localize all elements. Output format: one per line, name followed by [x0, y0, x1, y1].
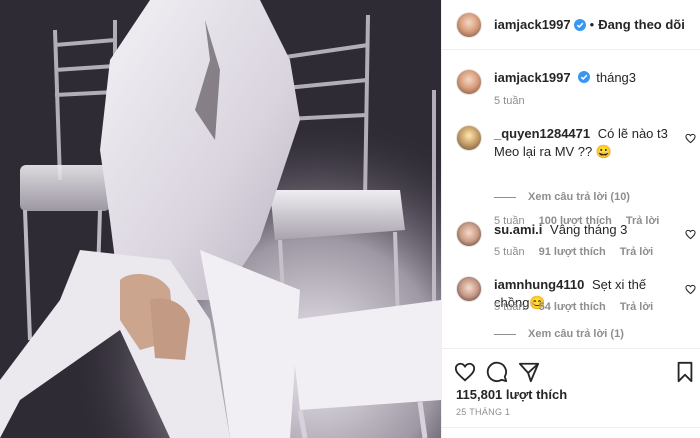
caption-text: iamjack1997 tháng3 — [494, 69, 684, 87]
comment-item: su.ami.i Vâng tháng 3 5 tuần 91 lượt thí… — [456, 221, 696, 267]
comment-item: iamnhung4110 Sẹt xi thế chồng😊 5 tuần 54… — [456, 276, 696, 322]
following-button[interactable]: Đang theo dõi — [598, 17, 685, 32]
view-replies-label: Xem câu trả lời (10) — [528, 191, 630, 203]
comments-list[interactable]: iamjack1997 tháng3 5 tuần _quyen1284471 … — [442, 51, 700, 348]
comment-heart-icon[interactable] — [685, 284, 696, 295]
comment-heart-icon[interactable] — [685, 133, 696, 144]
comment-age: 5 tuần — [494, 246, 525, 258]
replies-divider — [494, 196, 516, 198]
comment-text: su.ami.i Vâng tháng 3 — [494, 221, 684, 239]
post-date: 25 THÁNG 1 — [456, 407, 511, 417]
likes-count[interactable]: 115,801 lượt thích — [456, 387, 567, 402]
caption-content: tháng3 — [596, 70, 637, 85]
add-comment-area[interactable] — [442, 427, 700, 438]
comment-username[interactable]: _quyen1284471 — [494, 126, 590, 141]
comment-reply-button[interactable]: Trả lời — [620, 246, 654, 258]
author-avatar[interactable] — [456, 11, 482, 38]
post-photo[interactable] — [0, 0, 441, 438]
comment-reply-button[interactable]: Trả lời — [620, 301, 654, 313]
comment-username[interactable]: iamnhung4110 — [494, 277, 584, 292]
caption-age: 5 tuần — [494, 95, 525, 107]
replies-divider — [494, 333, 516, 335]
author-username[interactable]: iamjack1997 — [494, 17, 571, 32]
post-photo-illustration — [0, 0, 441, 438]
comment-heart-icon[interactable] — [685, 229, 696, 240]
comment-username[interactable]: su.ami.i — [494, 222, 542, 237]
caption-avatar[interactable] — [456, 69, 482, 95]
commenter-avatar[interactable] — [456, 125, 482, 151]
comment-content: Vâng tháng 3 — [550, 222, 628, 237]
bookmark-icon[interactable] — [674, 361, 696, 383]
view-replies-label: Xem câu trả lời (1) — [528, 328, 624, 340]
comment-meta: 5 tuần 91 lượt thích Trả lời — [494, 246, 653, 258]
paper-plane-icon[interactable] — [518, 361, 540, 383]
comment-text: _quyen1284471 Có lẽ nào t3 Meo lại ra MV… — [494, 125, 674, 161]
verified-badge-icon — [577, 71, 590, 83]
comment-likes[interactable]: 54 lượt thích — [539, 301, 606, 313]
post-actions: 115,801 lượt thích 25 THÁNG 1 — [442, 348, 700, 438]
commenter-avatar[interactable] — [456, 276, 482, 302]
comment-meta: 5 tuần 54 lượt thích Trả lời — [494, 301, 653, 313]
heart-icon[interactable] — [454, 361, 476, 383]
view-replies-button[interactable]: Xem câu trả lời (1) — [494, 328, 624, 340]
verified-badge-icon — [573, 18, 586, 31]
comment-likes[interactable]: 91 lượt thích — [539, 246, 606, 258]
post-side-panel: iamjack1997 • Đang theo dõi iamjack1997 … — [441, 0, 700, 438]
post-header: iamjack1997 • Đang theo dõi — [442, 0, 700, 50]
caption-meta: 5 tuần — [494, 95, 525, 107]
comment-icon[interactable] — [486, 361, 508, 383]
author-info: iamjack1997 • Đang theo dõi — [494, 17, 685, 32]
view-replies-button[interactable]: Xem câu trả lời (10) — [494, 191, 630, 203]
header-separator: • — [589, 17, 595, 32]
commenter-avatar[interactable] — [456, 221, 482, 247]
caption-username[interactable]: iamjack1997 — [494, 70, 571, 85]
comment-age: 5 tuần — [494, 301, 525, 313]
caption: iamjack1997 tháng3 5 tuần — [456, 69, 696, 129]
